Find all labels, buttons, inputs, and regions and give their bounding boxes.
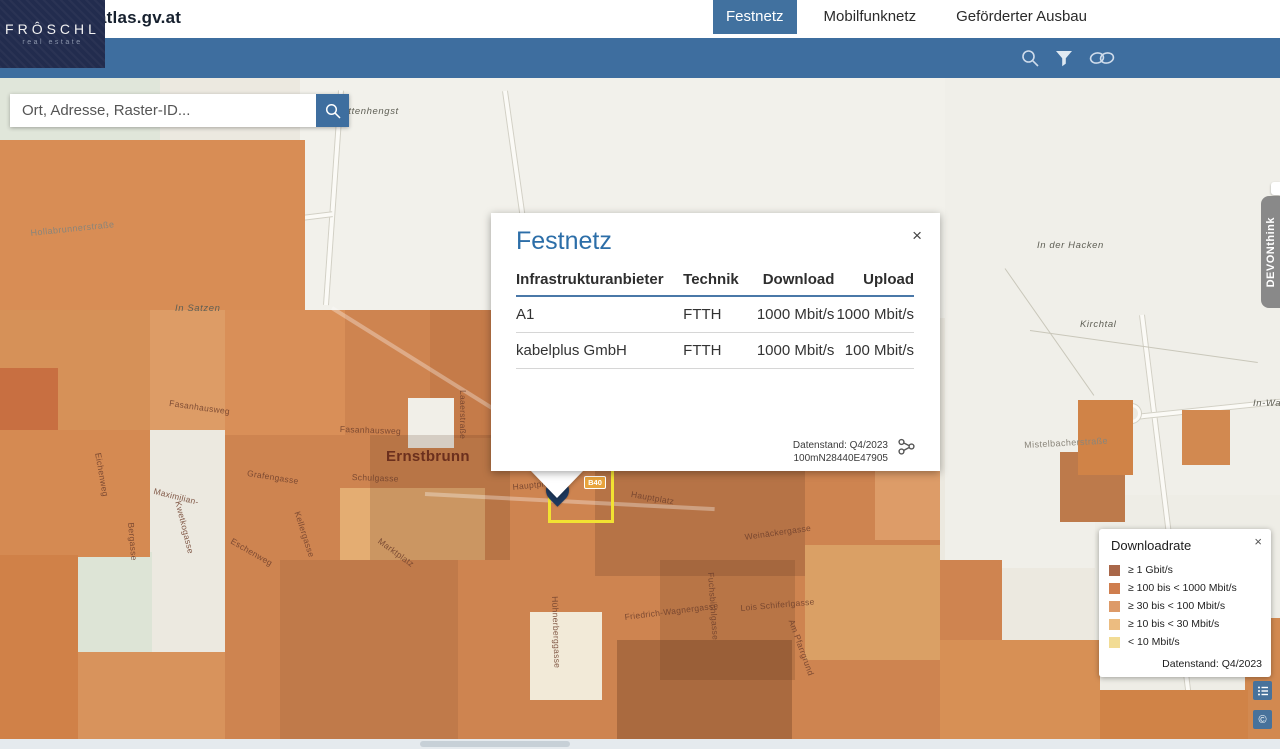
logo-subtext: real estate — [0, 39, 105, 46]
popup-close-icon[interactable]: × — [912, 227, 922, 244]
map-label: Kellergasse — [292, 510, 316, 558]
list-icon — [1257, 685, 1269, 697]
legend-item: ≥ 100 bis < 1000 Mbit/s — [1109, 579, 1237, 597]
tab-festnetz[interactable]: Festnetz — [713, 0, 797, 34]
popup-title: Festnetz — [516, 227, 612, 256]
legend-swatch — [1109, 583, 1120, 594]
raster-id-text: 100mN28440E47905 — [793, 452, 888, 465]
legend-toggle-button[interactable] — [1253, 681, 1272, 700]
map-label: Lois Schiferlgasse — [740, 597, 815, 613]
map-label: Hollabrunnerstraße — [30, 219, 115, 238]
legend-item: ≥ 10 bis < 30 Mbit/s — [1109, 615, 1237, 633]
cell-download: 1000 Mbit/s — [747, 333, 835, 369]
search-bar — [10, 94, 349, 127]
horizontal-scrollbar[interactable] — [0, 739, 1280, 749]
col-upload: Upload — [834, 265, 914, 296]
popup-footer: Datenstand: Q4/2023 100mN28440E47905 — [793, 439, 888, 465]
cell-download: 1000 Mbit/s — [747, 296, 835, 333]
table-row: A1 FTTH 1000 Mbit/s 1000 Mbit/s — [516, 296, 914, 333]
search-icon[interactable] — [1020, 48, 1041, 69]
col-technik: Technik — [683, 265, 747, 296]
map-label: Laaerstraße — [458, 390, 468, 439]
cell-upload: 1000 Mbit/s — [834, 296, 914, 333]
legend-swatch — [1109, 619, 1120, 630]
map-label: Schulgasse — [352, 472, 399, 484]
search-input[interactable] — [10, 94, 316, 127]
popup-pointer — [530, 470, 584, 498]
map-label: Mistelbacherstraße — [1024, 436, 1108, 450]
col-infrastrukturanbieter: Infrastrukturanbieter — [516, 265, 683, 296]
devonthink-label: DEVONthink — [1265, 217, 1277, 287]
search-icon — [324, 102, 342, 120]
map-label: Friedrich-Wagnergasse — [624, 601, 719, 622]
map-label: In-Wa — [1253, 398, 1280, 409]
logo-text: FRÔSCHL — [0, 21, 105, 37]
main-tabs: Festnetz Mobilfunknetz Geförderter Ausba… — [713, 0, 1100, 34]
map-label: Eschenweg — [229, 536, 274, 568]
scrollbar-thumb[interactable] — [420, 741, 570, 747]
map-label: Eichenweg — [93, 452, 111, 497]
map-label: Hauptplatz — [630, 489, 675, 506]
map-label: In der Hacken — [1037, 240, 1104, 251]
provider-table: Infrastrukturanbieter Technik Download U… — [516, 265, 914, 369]
col-download: Download — [747, 265, 835, 296]
app-window: TettenhengstHollabrunnerstraßeIn SatzenI… — [0, 0, 1280, 749]
map-label: Marktplatz — [376, 536, 416, 569]
legend-item: ≥ 1 Gbit/s — [1109, 561, 1237, 579]
table-row: kabelplus GmbH FTTH 1000 Mbit/s 100 Mbit… — [516, 333, 914, 369]
froeschl-logo: FRÔSCHL real estate — [0, 0, 105, 68]
legend-swatch — [1109, 565, 1120, 576]
map-label: Kirchtal — [1080, 319, 1116, 330]
devonthink-clipper-tab[interactable]: DEVONthink — [1261, 196, 1280, 308]
map-label: Bergasse — [126, 522, 139, 561]
legend-item: < 10 Mbit/s — [1109, 633, 1237, 651]
legend-datenstand: Datenstand: Q4/2023 — [1162, 658, 1262, 670]
side-sliver — [1271, 182, 1280, 195]
cell-technik: FTTH — [683, 333, 747, 369]
map-toolbar — [0, 38, 1280, 78]
share-icon[interactable] — [897, 437, 916, 461]
table-header-row: Infrastrukturanbieter Technik Download U… — [516, 265, 914, 296]
legend-swatch — [1109, 637, 1120, 648]
tab-gefoerderter-ausbau[interactable]: Geförderter Ausbau — [943, 0, 1100, 34]
map-label: Hühnerberggasse — [550, 596, 563, 668]
map-label: Ernstbrunn — [386, 448, 470, 465]
map-label: Kwetkogasse — [173, 500, 196, 555]
header-bar: atlas.gv.at Festnetz Mobilfunknetz Geför… — [0, 0, 1280, 38]
link-icon[interactable] — [1087, 49, 1117, 67]
page-title: atlas.gv.at — [97, 8, 181, 28]
filter-icon[interactable] — [1055, 50, 1073, 67]
legend-close-icon[interactable]: × — [1254, 535, 1262, 548]
legend-swatch — [1109, 601, 1120, 612]
search-button[interactable] — [316, 94, 349, 127]
tab-mobilfunknetz[interactable]: Mobilfunknetz — [811, 0, 930, 34]
festnetz-popup: Festnetz × Infrastrukturanbieter Technik… — [491, 213, 940, 471]
cell-provider: kabelplus GmbH — [516, 333, 683, 369]
map-label: Fasanhausweg — [169, 398, 231, 416]
cell-technik: FTTH — [683, 296, 747, 333]
legend-item: ≥ 30 bis < 100 Mbit/s — [1109, 597, 1237, 615]
datenstand-text: Datenstand: Q4/2023 — [793, 439, 888, 452]
legend-title: Downloadrate — [1111, 538, 1191, 553]
map-label: Weinäckergasse — [744, 523, 812, 542]
cell-upload: 100 Mbit/s — [834, 333, 914, 369]
map-label: Am Pfarrgrund — [787, 618, 817, 677]
map-label: Grafengasse — [246, 468, 299, 486]
map-label: Fasanhausweg — [340, 424, 402, 436]
legend-panel: Downloadrate × ≥ 1 Gbit/s ≥ 100 bis < 10… — [1099, 529, 1271, 677]
attribution-button[interactable]: © — [1253, 710, 1272, 729]
map-label: Fuchsbichlgasse — [706, 572, 721, 640]
map-label: In Satzen — [175, 303, 221, 314]
cell-provider: A1 — [516, 296, 683, 333]
